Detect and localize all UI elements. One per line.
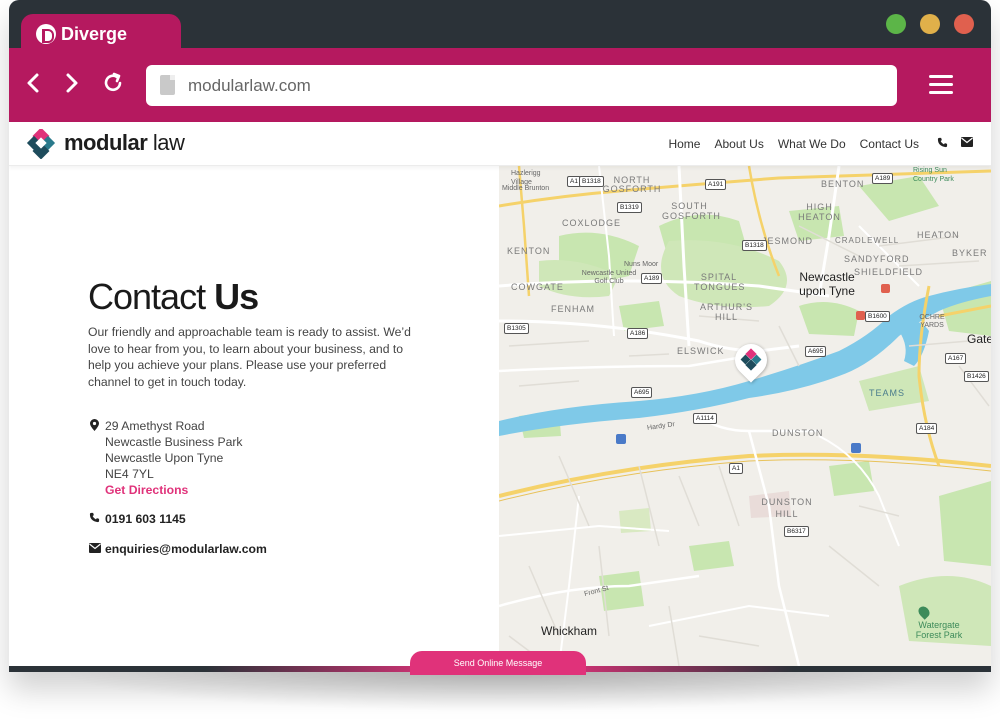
rail-station-icon — [881, 284, 890, 293]
reload-icon[interactable] — [100, 70, 126, 96]
site-header: modular law Home About Us What We Do Con… — [9, 122, 991, 166]
rail-station-icon — [856, 311, 865, 320]
road-shield: B6317 — [784, 526, 809, 537]
road-shield: A191 — [705, 179, 727, 190]
map-label: CRADLEWELL — [835, 236, 900, 245]
site-logo-text[interactable]: modular law — [64, 130, 185, 156]
modular-law-logo-icon[interactable] — [26, 129, 56, 159]
map-label: ELSWICK — [677, 346, 725, 356]
road-shield: A1114 — [693, 413, 717, 424]
map-label: Middle Brunton — [502, 185, 550, 192]
email-icon — [89, 542, 101, 556]
mail-icon[interactable] — [961, 137, 973, 149]
road-shield: A189 — [872, 173, 894, 184]
contact-panel: Contact Us Our friendly and approachable… — [9, 166, 499, 666]
diverge-logo-icon — [36, 24, 56, 44]
hamburger-menu-icon[interactable] — [929, 75, 953, 95]
address-block: 29 Amethyst Road Newcastle Business Park… — [105, 418, 243, 498]
address-bar[interactable]: modularlaw.com — [146, 65, 897, 106]
address-line: Newcastle Upon Tyne — [105, 451, 224, 465]
map-label: TEAMS — [869, 388, 906, 398]
map-label: BYKER — [952, 248, 988, 258]
url-text[interactable]: modularlaw.com — [188, 76, 311, 96]
map-label: SPITAL TONGUES — [694, 272, 746, 292]
road-shield: B1426 — [964, 371, 989, 382]
road-shield: A1 — [729, 463, 743, 474]
map-label: JESMOND — [762, 236, 814, 246]
bus-stop-icon — [616, 434, 626, 444]
map-label: Watergate Forest Park — [915, 620, 963, 640]
phone-icon — [89, 512, 100, 526]
map-label: Gatesh — [967, 332, 991, 346]
map-label: OCHRE YARDS — [919, 314, 945, 329]
email-link[interactable]: enquiries@modularlaw.com — [105, 542, 267, 556]
road-shield: B1319 — [617, 202, 642, 213]
window-shadow — [60, 672, 940, 712]
road-shield: A184 — [916, 423, 938, 434]
address-line: NE4 7YL — [105, 467, 154, 481]
close-dot[interactable] — [954, 14, 974, 34]
office-location-pin-icon[interactable] — [728, 337, 774, 383]
map-label: HIGH HEATON — [798, 202, 841, 222]
nav-contact-us[interactable]: Contact Us — [860, 137, 919, 151]
map-label: DUNSTON — [772, 428, 824, 438]
address-line: Newcastle Business Park — [105, 435, 243, 449]
map-label: HEATON — [917, 230, 960, 240]
road-shield: A695 — [631, 387, 653, 398]
page-icon — [160, 75, 175, 95]
map-label: Newcastle upon Tyne — [799, 270, 855, 298]
road-shield: B1305 — [504, 323, 529, 334]
send-online-message-button[interactable]: Send Online Message — [410, 651, 586, 675]
page-title: Contact Us — [88, 276, 259, 317]
road-shield: A695 — [805, 346, 827, 357]
road-shield: B1318 — [742, 240, 767, 251]
phone-number-link[interactable]: 0191 603 1145 — [105, 512, 186, 526]
map-label: BENTON — [821, 179, 865, 189]
map-label: Whickham — [541, 624, 598, 638]
address-line: 29 Amethyst Road — [105, 419, 205, 433]
road-shield: A167 — [945, 353, 967, 364]
forward-icon[interactable] — [58, 70, 84, 96]
map-label: SOUTH GOSFORTH — [662, 201, 721, 221]
browser-toolbar: modularlaw.com — [9, 48, 991, 122]
site-nav: Home About Us What We Do Contact Us — [668, 137, 919, 151]
map-label: ARTHUR'S HILL — [699, 302, 754, 322]
title-bar: Diverge — [9, 0, 991, 54]
location-pin-icon — [90, 419, 100, 434]
nav-what-we-do[interactable]: What We Do — [778, 137, 846, 151]
map-label: Rising Sun Country Park — [913, 167, 954, 183]
bus-stop-icon — [851, 443, 861, 453]
map-label: SANDYFORD — [844, 254, 910, 264]
nav-about-us[interactable]: About Us — [714, 137, 763, 151]
map-label: Newcastle United Golf Club — [581, 270, 637, 285]
map-label: SHIELDFIELD — [854, 267, 924, 277]
nav-home[interactable]: Home — [668, 137, 700, 151]
maximize-dot[interactable] — [886, 14, 906, 34]
map-label: Nuns Moor — [624, 261, 659, 268]
map-label: FENHAM — [551, 304, 595, 314]
location-map[interactable]: Hazlerigg Village Middle Brunton NORTH G… — [499, 166, 991, 666]
tab-label: Diverge — [61, 24, 128, 44]
road-shield: B1600 — [865, 311, 890, 322]
back-icon[interactable] — [21, 70, 47, 96]
browser-window: Diverge modularlaw.com modular law Home … — [9, 0, 991, 672]
minimize-dot[interactable] — [920, 14, 940, 34]
map-label: NORTH GOSFORTH — [602, 175, 662, 194]
intro-text: Our friendly and approachable team is re… — [88, 325, 411, 389]
map-label: COXLODGE — [562, 218, 622, 228]
phone-icon[interactable] — [937, 137, 949, 149]
road-shield: A186 — [627, 328, 649, 339]
road-shield: B1318 — [579, 176, 604, 187]
get-directions-link[interactable]: Get Directions — [105, 482, 243, 498]
road-shield: A189 — [641, 273, 663, 284]
map-label: COWGATE — [511, 282, 564, 292]
map-label: KENTON — [507, 246, 551, 256]
map-label: DUNSTON HILL — [761, 497, 813, 519]
